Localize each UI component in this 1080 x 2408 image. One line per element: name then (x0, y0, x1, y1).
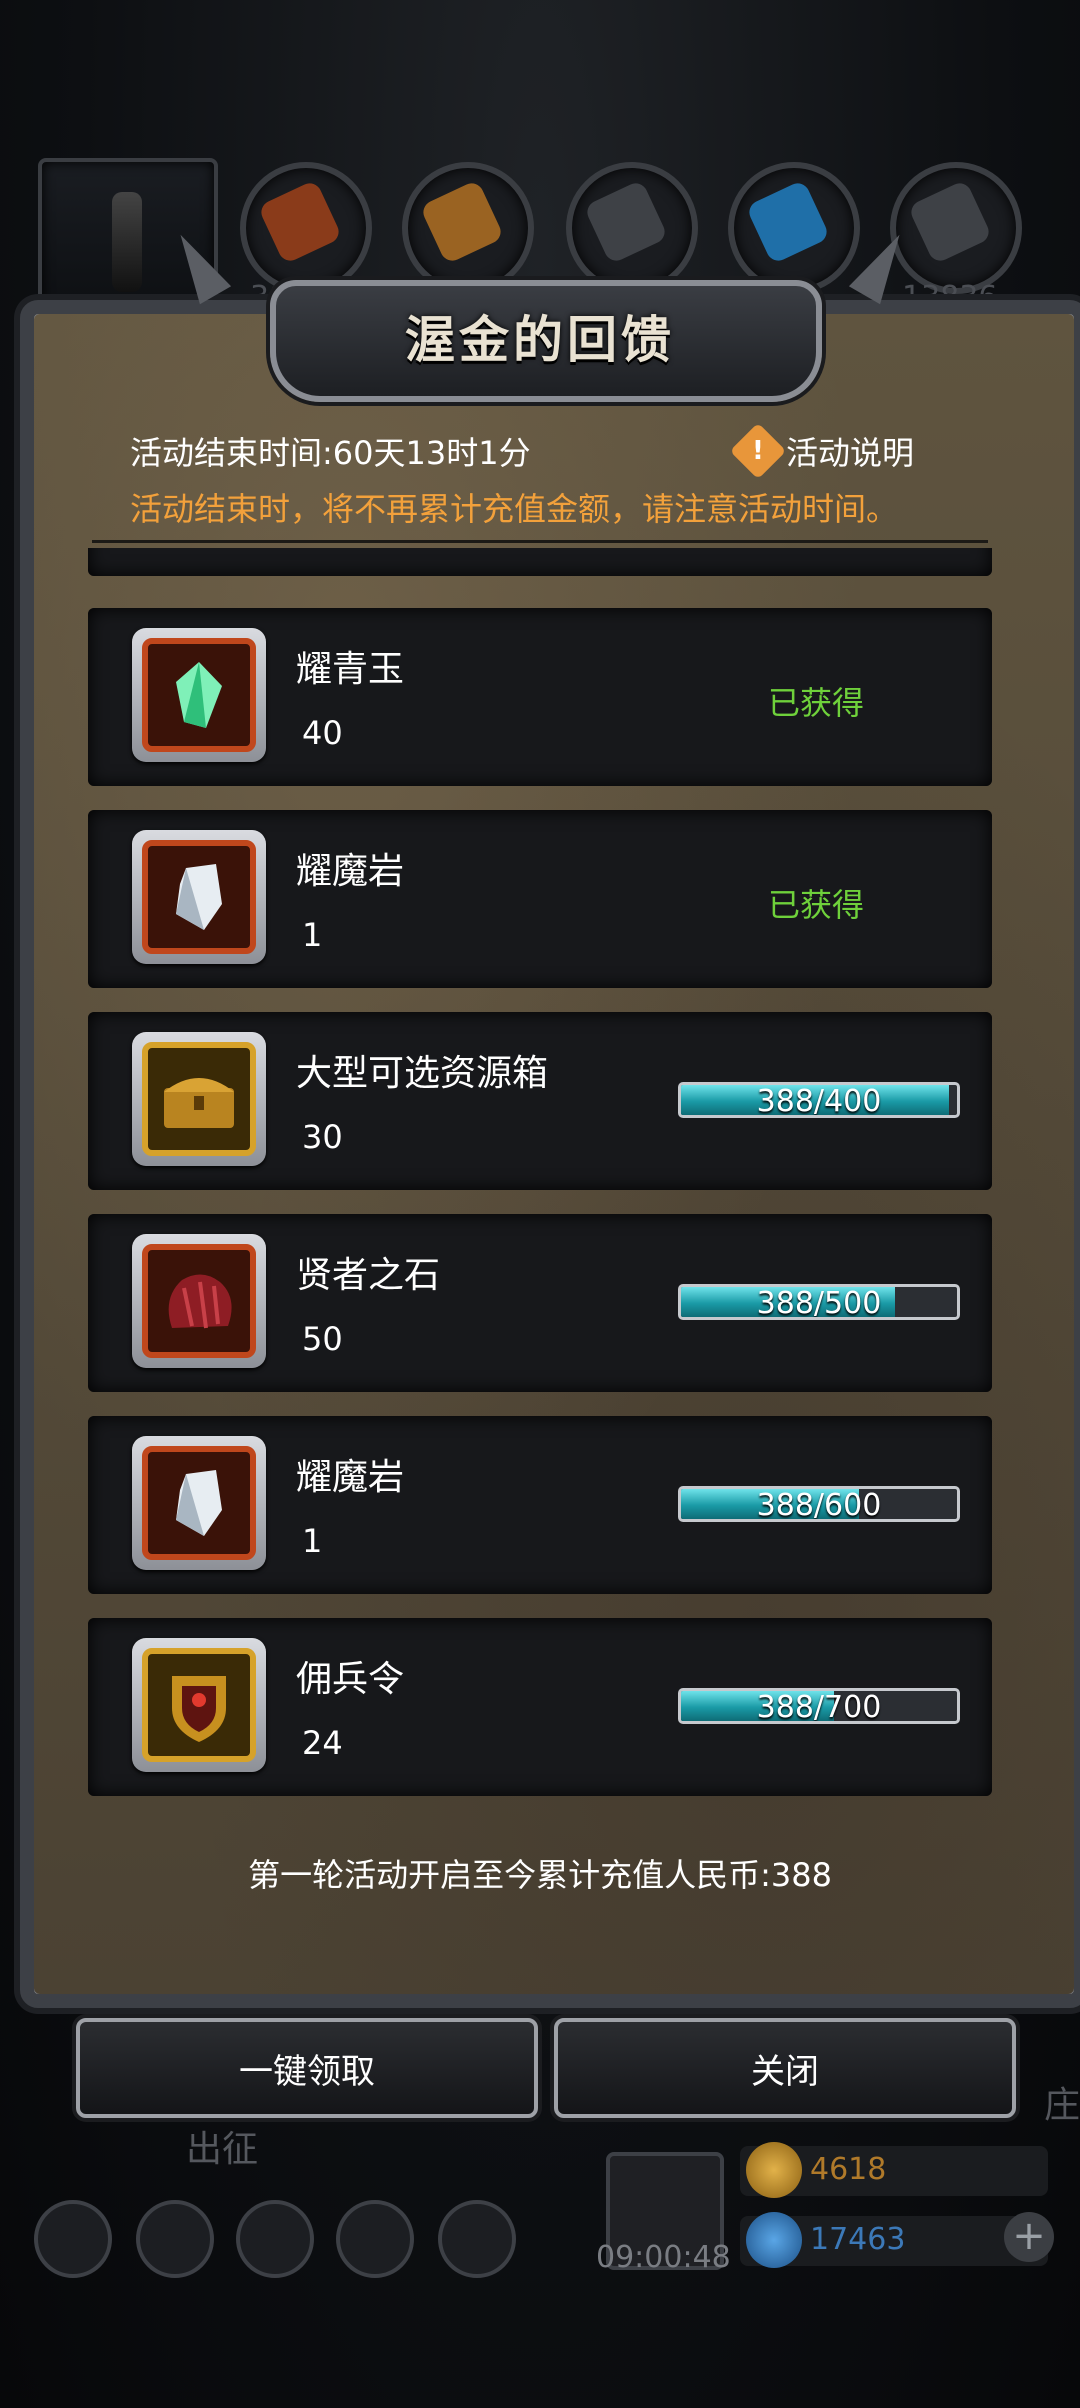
reward-quantity: 40 (302, 714, 343, 752)
gem-icon (746, 2212, 802, 2268)
close-button[interactable]: 关闭 (554, 2018, 1016, 2118)
reward-name: 大型可选资源箱 (296, 1053, 549, 1094)
reward-name: 佣兵令 (296, 1659, 405, 1700)
army-icon[interactable] (236, 2200, 314, 2278)
progress-bar: 388/500 (678, 1284, 960, 1320)
add-gems-button[interactable]: + (1004, 2212, 1054, 2262)
list-item: 大型可选资源箱 30 388/400 (88, 1012, 992, 1190)
white-ore-icon[interactable] (132, 830, 266, 964)
gift-timer: 09:00:48 (596, 2240, 731, 2275)
progress-label: 388/400 (756, 1084, 882, 1118)
progress-bar: 388/700 (678, 1688, 960, 1724)
list-item: 贤者之石 50 388/500 (88, 1214, 992, 1392)
progress-bar: 388/600 (678, 1486, 960, 1522)
reward-list[interactable]: 耀青玉 40 已获得 耀魔岩 1 已获得 大型可选资源箱 30 388/400 … (88, 548, 992, 1818)
reward-name: 耀魔岩 (296, 851, 405, 892)
progress-label: 388/600 (756, 1488, 882, 1522)
claimed-status: 已获得 (768, 886, 865, 924)
gold-coin-icon (746, 2142, 802, 2198)
claimed-status: 已获得 (768, 684, 865, 722)
list-item (88, 548, 992, 576)
hero-icon[interactable] (136, 2200, 214, 2278)
red-stone-icon[interactable] (132, 1234, 266, 1368)
treasure-chest-icon[interactable] (132, 1032, 266, 1166)
green-crystal-icon[interactable] (132, 628, 266, 762)
progress-label: 388/500 (756, 1286, 882, 1320)
progress-label: 388/700 (756, 1690, 882, 1724)
reward-name: 贤者之石 (296, 1255, 441, 1296)
gold-value: 4618 (810, 2152, 887, 2187)
dialog-title: 渥金的回馈 (405, 310, 675, 369)
claim-all-button[interactable]: 一键领取 (76, 2018, 538, 2118)
reward-name: 耀魔岩 (296, 1457, 405, 1498)
reward-quantity: 30 (302, 1118, 343, 1156)
event-help-label: 活动说明 (786, 434, 915, 472)
bag-icon[interactable] (438, 2200, 516, 2278)
list-item: 佣兵令 24 388/700 (88, 1618, 992, 1796)
mercenary-badge-icon[interactable] (132, 1638, 266, 1772)
reward-quantity: 50 (302, 1320, 343, 1358)
list-item: 耀魔岩 1 388/600 (88, 1416, 992, 1594)
white-ore-icon[interactable] (132, 1436, 266, 1570)
warning-icon: ! (729, 422, 787, 480)
reward-name: 耀青玉 (296, 649, 405, 690)
total-recharge: 第一轮活动开启至今累计充值人民币:388 (248, 1856, 832, 1894)
gem-value: 17463 (810, 2222, 906, 2257)
list-item: 耀青玉 40 已获得 (88, 608, 992, 786)
progress-bar: 388/400 (678, 1082, 960, 1118)
reward-quantity: 1 (302, 916, 323, 954)
divider (92, 540, 988, 543)
reward-quantity: 1 (302, 1522, 323, 1560)
list-item: 耀魔岩 1 已获得 (88, 810, 992, 988)
iron-resource-icon[interactable] (566, 162, 698, 294)
crystal-resource-icon[interactable] (728, 162, 860, 294)
reward-quantity: 24 (302, 1724, 343, 1762)
event-help-link[interactable]: ! 活动说明 (729, 422, 915, 480)
wood-resource-icon[interactable] (402, 162, 534, 294)
food-resource-icon[interactable] (240, 162, 372, 294)
event-notice: 活动结束时，将不再累计充值金额，请注意活动时间。 (130, 490, 899, 528)
settings-icon[interactable] (34, 2200, 112, 2278)
expedition-label[interactable]: 出征 (186, 2120, 258, 2172)
stone-resource-icon[interactable] (890, 162, 1022, 294)
side-label: 庄 (1044, 2085, 1080, 2126)
mail-icon[interactable] (336, 2200, 414, 2278)
event-end-time: 活动结束时间:60天13时1分 (130, 434, 531, 472)
